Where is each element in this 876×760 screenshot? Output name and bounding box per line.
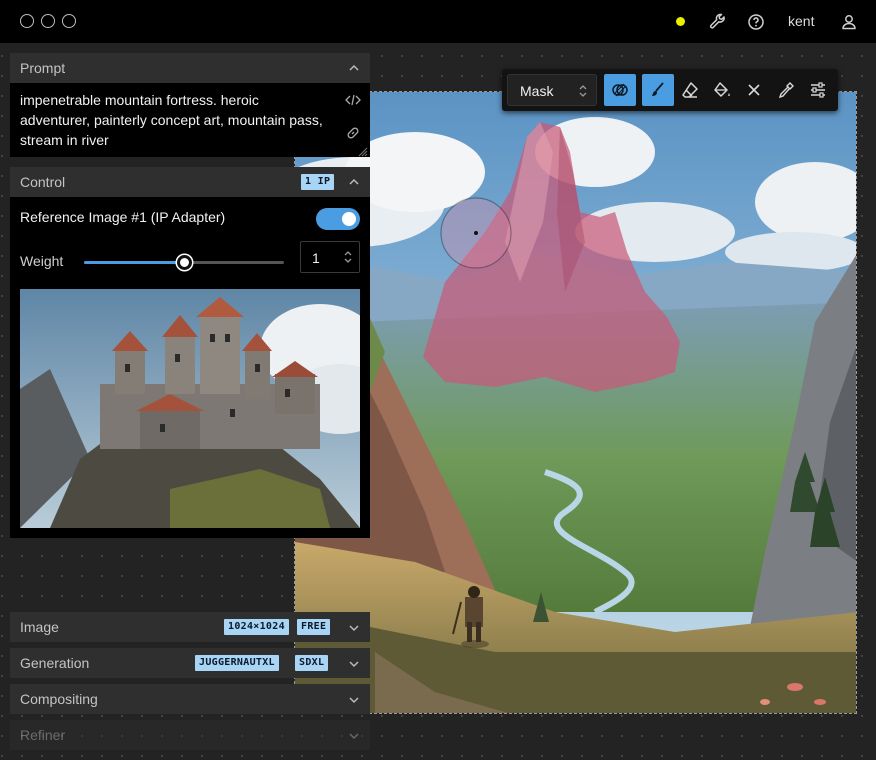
wrench-icon[interactable] — [708, 12, 728, 32]
weight-stepper[interactable]: 1 — [300, 241, 360, 273]
prompt-panel: Prompt impenetrable mountain fortress. h… — [10, 53, 370, 157]
compositing-section-title: Compositing — [20, 691, 98, 707]
chevron-updown-icon[interactable] — [343, 248, 353, 266]
chevron-up-icon[interactable] — [348, 176, 360, 188]
weight-slider-thumb[interactable] — [177, 255, 192, 270]
prompt-editor[interactable]: impenetrable mountain fortress. heroic a… — [10, 83, 370, 157]
generated-image — [295, 92, 856, 713]
image-section-title: Image — [20, 619, 59, 635]
mode-select[interactable]: Mask — [507, 74, 597, 106]
username-label[interactable]: kent — [788, 13, 814, 29]
ip-badge: 1 IP — [301, 174, 335, 190]
prompt-text[interactable]: impenetrable mountain fortress. heroic a… — [20, 90, 330, 150]
chevron-up-icon[interactable] — [348, 62, 360, 74]
control-panel: Control 1 IP Reference Image #1 (IP Adap… — [10, 167, 370, 538]
resize-handle-icon[interactable] — [356, 145, 368, 157]
control-body: Reference Image #1 (IP Adapter) Weight 1 — [10, 197, 370, 538]
weight-slider[interactable] — [84, 255, 284, 270]
prompt-header[interactable]: Prompt — [10, 53, 370, 83]
brush-icon[interactable] — [642, 74, 674, 106]
overlap-icon[interactable] — [604, 74, 636, 106]
prompt-title: Prompt — [20, 60, 66, 76]
image-size-badge: 1024×1024 — [224, 619, 289, 635]
canvas-toolbar: Mask — [502, 69, 838, 111]
canvas[interactable] — [294, 91, 857, 714]
base-model-badge: SDXL — [295, 655, 329, 671]
chevron-updown-icon — [579, 85, 587, 97]
chevron-down-icon[interactable] — [348, 730, 360, 742]
chevron-down-icon[interactable] — [348, 694, 360, 706]
title-bar: kent — [0, 0, 876, 43]
window-minimize-button[interactable] — [41, 14, 55, 28]
window-close-button[interactable] — [20, 14, 34, 28]
generation-section[interactable]: Generation JUGGERNAUTXL SDXL — [10, 648, 370, 678]
code-icon[interactable] — [345, 93, 361, 107]
compositing-section[interactable]: Compositing — [10, 684, 370, 714]
reference-toggle[interactable] — [316, 208, 360, 230]
control-header[interactable]: Control 1 IP — [10, 167, 370, 197]
refiner-section[interactable]: Refiner — [10, 720, 370, 750]
aspect-badge: FREE — [297, 619, 331, 635]
reference-image-label: Reference Image #1 (IP Adapter) — [20, 209, 226, 225]
mode-select-label: Mask — [520, 83, 554, 99]
refiner-section-title: Refiner — [20, 727, 66, 743]
chevron-down-icon[interactable] — [348, 658, 360, 670]
clear-icon[interactable] — [738, 74, 770, 106]
link-icon[interactable] — [345, 125, 361, 141]
model-badge: JUGGERNAUTXL — [195, 655, 279, 671]
chevron-down-icon[interactable] — [348, 622, 360, 634]
control-title: Control — [20, 174, 66, 190]
image-section[interactable]: Image 1024×1024 FREE — [10, 612, 370, 642]
help-icon[interactable] — [746, 12, 766, 32]
generation-section-title: Generation — [20, 655, 90, 671]
eyedropper-icon[interactable] — [770, 74, 802, 106]
settings-icon[interactable] — [802, 74, 834, 106]
weight-label: Weight — [20, 253, 64, 269]
eraser-icon[interactable] — [674, 74, 706, 106]
weight-value[interactable]: 1 — [312, 250, 320, 266]
status-indicator — [676, 17, 685, 26]
user-icon[interactable] — [839, 12, 859, 32]
reference-image[interactable] — [20, 289, 360, 528]
fill-icon[interactable] — [706, 74, 738, 106]
window-maximize-button[interactable] — [62, 14, 76, 28]
